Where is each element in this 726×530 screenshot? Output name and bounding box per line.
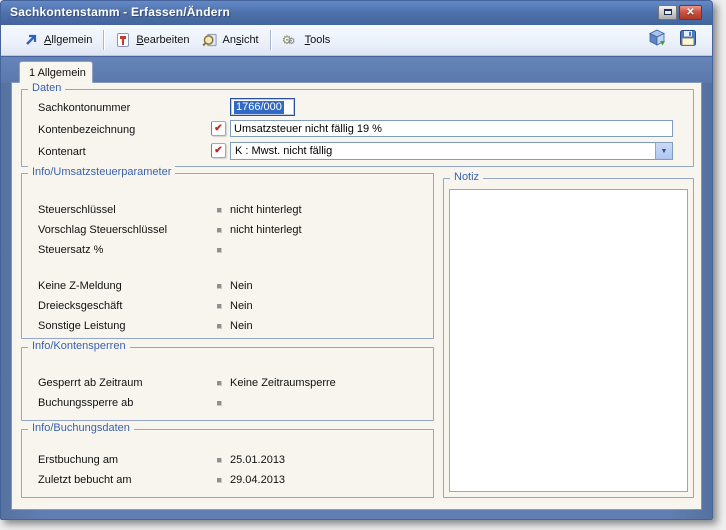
group-title: Daten	[28, 82, 66, 94]
toolbar-item-allgemein[interactable]: Allgemein	[17, 29, 98, 51]
group-notiz: Notiz	[443, 171, 694, 498]
group-umsatzsteuerparameter: Info/Umsatzsteuerparameter Steuerschlüss…	[21, 166, 434, 339]
bullet-icon	[217, 323, 222, 329]
close-button[interactable]: ✕	[679, 5, 702, 20]
tabstrip: 1 Allgemein	[1, 56, 712, 84]
info-row: Steuersatz %	[22, 240, 433, 260]
label-kontenbezeichnung: Kontenbezeichnung	[38, 124, 136, 136]
toolbar-item-tools[interactable]: ⚙⚙ Tools	[276, 30, 337, 50]
group-daten: Daten Sachkontonummer 1766/000 Kontenbez…	[21, 82, 694, 167]
app-window: Sachkontenstamm - Erfassen/Ändern ✕ Allg…	[0, 0, 713, 520]
info-row: Zuletzt bebucht am 29.04.2013	[38, 474, 286, 486]
toolbar-label: Ansicht	[222, 34, 259, 46]
toolbar-separator	[103, 30, 105, 50]
label-sachkontonummer: Sachkontonummer	[38, 102, 131, 114]
bullet-icon	[217, 207, 222, 213]
maximize-button[interactable]	[658, 5, 677, 20]
toolbar-right-icons	[648, 29, 697, 47]
group-title: Notiz	[450, 171, 484, 183]
kontenart-select[interactable]: K : Mwst. nicht fällig ▼	[230, 142, 673, 160]
bullet-icon	[217, 247, 222, 253]
jump-arrow-icon	[23, 32, 39, 48]
toolbar-item-bearbeiten[interactable]: Bearbeiten	[109, 29, 195, 51]
info-row: Keine Z-Meldung Nein	[38, 280, 253, 292]
info-row: Gesperrt ab Zeitraum Keine Zeitraumsperr…	[38, 377, 336, 389]
notiz-textarea[interactable]	[449, 189, 688, 492]
toolbar-label: Bearbeiten	[136, 34, 190, 46]
kontenbezeichnung-input[interactable]	[230, 120, 673, 137]
bullet-icon	[217, 227, 222, 233]
bullet-icon	[217, 283, 222, 289]
bullet-icon	[217, 457, 222, 463]
window-title: Sachkontenstamm - Erfassen/Ändern	[10, 5, 230, 19]
titlebar: Sachkontenstamm - Erfassen/Ändern ✕	[1, 1, 712, 25]
form-content: Daten Sachkontonummer 1766/000 Kontenbez…	[12, 82, 701, 509]
edit-tool-icon	[115, 32, 131, 48]
close-icon: ✕	[686, 7, 695, 18]
info-row: Vorschlag Steuerschlüssel nicht hinterle…	[38, 224, 302, 236]
view-magnifier-icon	[201, 32, 218, 48]
info-row: Steuerschlüssel nicht hinterlegt	[38, 204, 302, 216]
bullet-icon	[217, 400, 222, 406]
toolbar-label: Tools	[304, 34, 331, 46]
info-row: Buchungssperre ab	[22, 393, 433, 413]
sachkontonummer-value: 1766/000	[234, 100, 284, 114]
label-kontenart: Kontenart	[38, 146, 86, 158]
toolbar: Allgemein Bearbeiten Ansicht ⚙⚙ Tools	[1, 25, 712, 56]
kontenart-value: K : Mwst. nicht fällig	[235, 145, 333, 157]
toolbar-item-ansicht[interactable]: Ansicht	[196, 29, 265, 51]
group-kontensperren: Info/Kontensperren Gesperrt ab Zeitraum …	[21, 340, 434, 421]
bullet-icon	[217, 477, 222, 483]
info-row: Erstbuchung am 25.01.2013	[38, 454, 286, 466]
export-box-icon[interactable]	[648, 29, 666, 47]
chevron-down-icon: ▼	[660, 147, 668, 155]
group-buchungsdaten: Info/Buchungsdaten Erstbuchung am 25.01.…	[21, 422, 434, 498]
confirm-check-icon[interactable]: ✔	[211, 143, 226, 158]
toolbar-label: Allgemein	[44, 34, 93, 46]
sachkontonummer-input[interactable]: 1766/000	[230, 98, 295, 116]
toolbar-separator	[269, 30, 271, 50]
bullet-icon	[217, 303, 222, 309]
tab-allgemein[interactable]: 1 Allgemein	[19, 61, 93, 84]
tools-gears-icon: ⚙⚙	[281, 33, 296, 47]
save-disk-icon[interactable]	[679, 29, 697, 47]
confirm-check-icon[interactable]: ✔	[211, 121, 226, 136]
bullet-icon	[217, 380, 222, 386]
info-row: Sonstige Leistung Nein	[38, 320, 253, 332]
maximize-icon	[664, 9, 672, 15]
info-row: Dreiecksgeschäft Nein	[38, 300, 253, 312]
dropdown-button[interactable]: ▼	[655, 143, 672, 159]
